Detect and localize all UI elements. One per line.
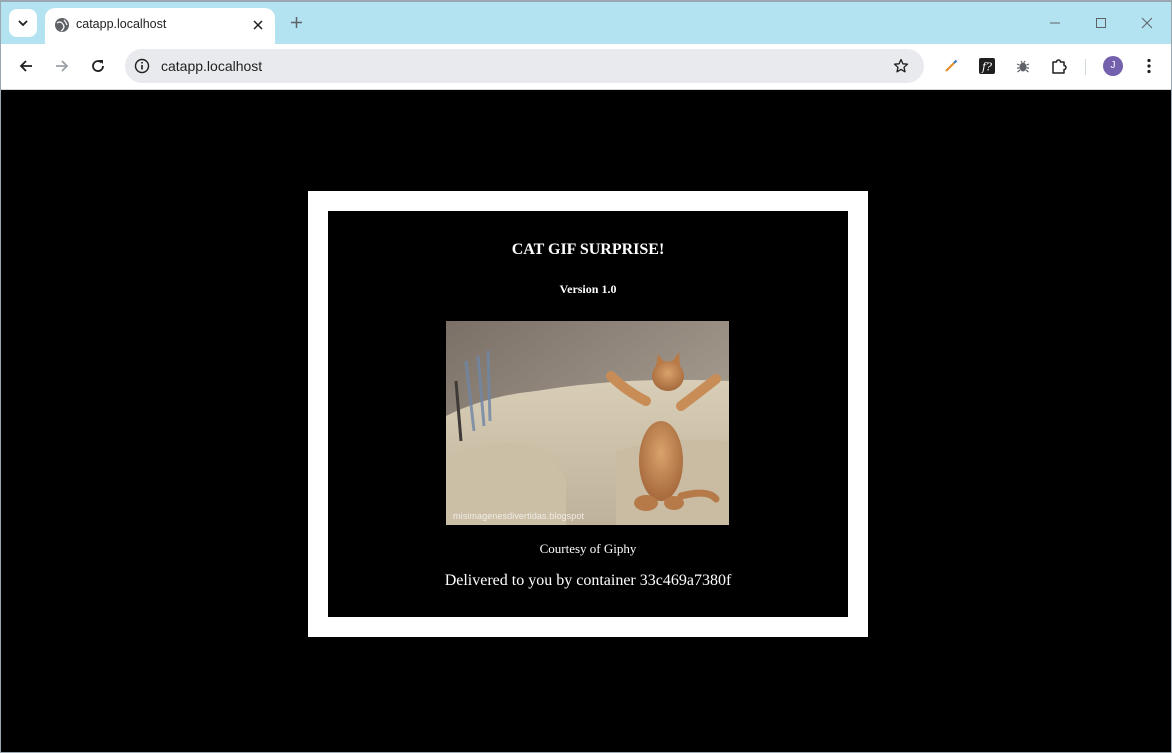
browser-window: catapp.localhost catapp.localhost f? J C… [0,0,1172,753]
toolbar-separator [1085,59,1086,75]
minimize-button[interactable] [1042,10,1068,36]
version-label: Version 1.0 [559,282,617,296]
reload-icon [92,60,104,72]
font-icon: f? [979,58,995,74]
maximize-icon [1096,18,1106,28]
minimize-icon [1050,22,1060,24]
page-title: CAT GIF SURPRISE! [511,241,665,258]
extensions-button[interactable] [1048,55,1070,77]
close-window-icon [1141,17,1153,29]
tab-strip: catapp.localhost [1,2,1171,44]
svg-text:f?: f? [981,61,992,74]
forward-button[interactable] [48,52,76,80]
page-viewport: CAT GIF SURPRISE! Version 1.0 misimagene… [1,90,1171,752]
site-info-button[interactable] [132,56,152,76]
plus-icon [290,16,302,28]
cat-gif: misimagenesdivertidas.blogspot [446,321,729,525]
reload-button[interactable] [84,52,112,80]
bug-extension[interactable] [1012,55,1034,77]
browser-menu-button[interactable] [1138,55,1160,77]
container-id-text: Delivered to you by container 33c469a738… [444,572,732,589]
profile-avatar[interactable]: J [1103,56,1123,76]
globe-icon [55,18,69,32]
content-frame: CAT GIF SURPRISE! Version 1.0 misimagene… [308,191,868,637]
info-icon [134,58,150,74]
tab-search-icon [18,20,28,27]
tab-search-button[interactable] [9,9,37,37]
bookmark-button[interactable] [892,57,910,75]
url-text: catapp.localhost [161,58,263,74]
forward-arrow-icon [56,60,69,72]
close-window-button[interactable] [1134,10,1160,36]
tab-active[interactable]: catapp.localhost [45,8,275,44]
close-icon [253,20,263,30]
puzzle-icon [1052,59,1067,74]
star-icon [893,58,909,73]
font-extension[interactable]: f? [976,55,998,77]
back-button[interactable] [12,52,40,80]
browser-toolbar: catapp.localhost f? J [1,44,1171,90]
gif-watermark: misimagenesdivertidas.blogspot [453,511,585,521]
back-arrow-icon [19,60,32,72]
maximize-button[interactable] [1088,10,1114,36]
bug-icon [1016,60,1030,73]
new-tab-button[interactable] [286,12,306,32]
eyedropper-icon [945,59,958,72]
content-panel: CAT GIF SURPRISE! Version 1.0 misimagene… [328,211,848,617]
cat-gif-image [446,321,729,525]
tab-title: catapp.localhost [76,17,167,31]
courtesy-text: Courtesy of Giphy [539,541,637,556]
tab-close-button[interactable] [249,16,267,34]
kebab-menu-icon [1147,58,1151,74]
eyedropper-extension[interactable] [940,55,962,77]
address-bar[interactable]: catapp.localhost [125,49,924,83]
